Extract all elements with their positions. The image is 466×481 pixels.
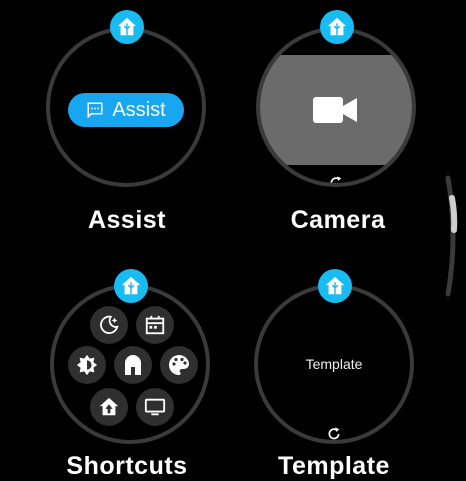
template-content: Template <box>305 356 363 372</box>
tv-icon[interactable] <box>136 388 174 426</box>
brightness-icon[interactable] <box>68 346 106 384</box>
palette-icon[interactable] <box>160 346 198 384</box>
scrollbar[interactable] <box>444 174 462 298</box>
home-door-icon[interactable] <box>114 346 152 384</box>
calendar-icon[interactable] <box>136 306 174 344</box>
camera-tile[interactable] <box>256 27 416 187</box>
night-mode-icon[interactable] <box>90 306 128 344</box>
home-assistant-icon <box>318 269 352 303</box>
camera-preview[interactable] <box>260 55 412 165</box>
assist-tile[interactable]: Assist <box>46 27 206 187</box>
home-assistant-icon <box>320 10 354 44</box>
videocam-icon <box>313 97 357 123</box>
home-up-icon[interactable] <box>90 388 128 426</box>
assist-button[interactable]: Assist <box>68 93 184 127</box>
home-assistant-icon <box>114 269 148 303</box>
camera-title: Camera <box>290 206 386 234</box>
assist-title: Assist <box>87 206 167 234</box>
refresh-icon[interactable] <box>328 175 344 187</box>
shortcuts-tile[interactable] <box>50 284 210 444</box>
template-title: Template <box>278 452 390 480</box>
assist-button-label: Assist <box>112 98 166 121</box>
chat-icon <box>87 102 103 119</box>
home-assistant-icon <box>110 10 144 44</box>
refresh-icon[interactable] <box>326 426 342 442</box>
shortcuts-title: Shortcuts <box>66 452 188 480</box>
template-tile[interactable]: Template <box>254 284 414 444</box>
